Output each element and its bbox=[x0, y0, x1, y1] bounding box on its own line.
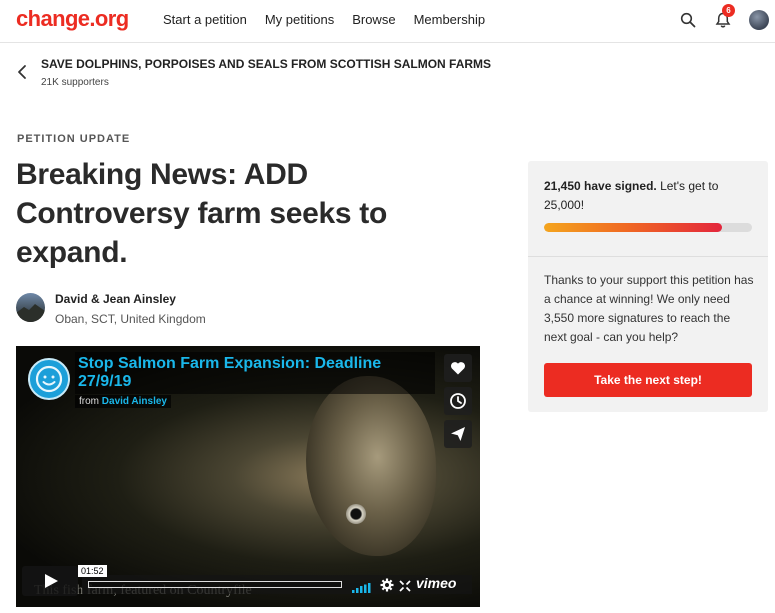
petition-supporters: 21K supporters bbox=[41, 77, 109, 88]
video-frame-fish bbox=[306, 376, 436, 556]
take-next-step-button[interactable]: Take the next step! bbox=[544, 363, 752, 397]
like-button[interactable] bbox=[444, 354, 472, 382]
top-nav: change.org Start a petition My petitions… bbox=[0, 0, 775, 43]
notification-badge: 6 bbox=[722, 4, 735, 17]
signature-progress-bar bbox=[544, 223, 752, 232]
video-title[interactable]: Stop Salmon Farm Expansion: Deadline 27/… bbox=[78, 355, 418, 391]
petition-title[interactable]: SAVE DOLPHINS, PORPOISES AND SEALS FROM … bbox=[41, 57, 491, 71]
vimeo-logo[interactable]: vimeo bbox=[416, 575, 456, 591]
back-chevron-icon[interactable] bbox=[16, 64, 28, 80]
user-avatar[interactable] bbox=[749, 10, 769, 30]
change-org-logo[interactable]: change.org bbox=[16, 6, 129, 32]
video-from-name[interactable]: David Ainsley bbox=[102, 396, 167, 407]
author-name: David & Jean Ainsley bbox=[55, 292, 176, 306]
video-from-line: from David Ainsley bbox=[75, 395, 171, 408]
volume-icon[interactable] bbox=[352, 580, 372, 598]
sidebar-divider bbox=[528, 256, 768, 257]
gear-icon[interactable] bbox=[380, 578, 394, 597]
signature-panel: 21,450 have signed. Let's get to 25,000!… bbox=[528, 161, 768, 412]
petition-update-label: PETITION UPDATE bbox=[17, 133, 131, 145]
support-message: Thanks to your support this petition has… bbox=[544, 273, 754, 344]
nav-start-petition[interactable]: Start a petition bbox=[163, 12, 247, 27]
signature-count-text: 21,450 have signed. Let's get to 25,000! bbox=[544, 177, 754, 215]
nav-my-petitions[interactable]: My petitions bbox=[265, 12, 334, 27]
share-button[interactable] bbox=[444, 420, 472, 448]
play-button[interactable] bbox=[22, 566, 78, 596]
video-from-prefix: from bbox=[79, 396, 99, 407]
video-owner-portrait[interactable] bbox=[28, 358, 70, 400]
nav-links: Start a petition My petitions Browse Mem… bbox=[163, 12, 503, 27]
watch-later-button[interactable] bbox=[444, 387, 472, 415]
video-player[interactable]: Stop Salmon Farm Expansion: Deadline 27/… bbox=[16, 346, 480, 607]
signed-count: 21,450 have signed. bbox=[544, 179, 657, 193]
search-icon[interactable] bbox=[680, 12, 696, 28]
video-frame-fish-eye bbox=[346, 504, 366, 524]
author-location: Oban, SCT, United Kingdom bbox=[55, 312, 206, 326]
signature-progress-fill bbox=[544, 223, 723, 232]
nav-browse[interactable]: Browse bbox=[352, 12, 395, 27]
author-avatar bbox=[16, 293, 45, 322]
video-progress-bar[interactable] bbox=[88, 581, 342, 588]
nav-membership[interactable]: Membership bbox=[414, 12, 486, 27]
video-timestamp: 01:52 bbox=[78, 565, 107, 577]
fullscreen-icon[interactable] bbox=[399, 579, 411, 597]
update-headline: Breaking News: ADD Controversy farm seek… bbox=[16, 158, 387, 269]
